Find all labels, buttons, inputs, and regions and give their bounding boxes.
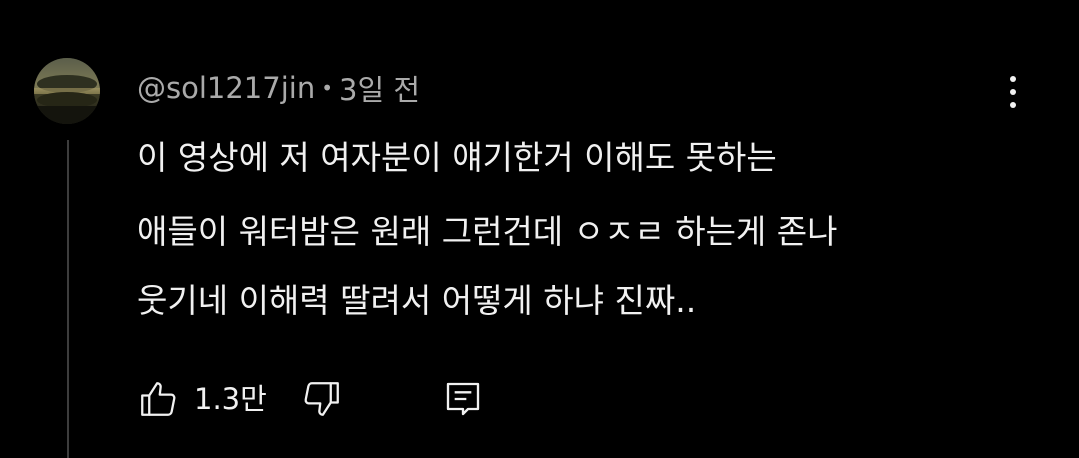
thumb-down-icon[interactable] xyxy=(301,378,343,424)
menu-dot xyxy=(1010,89,1016,95)
reply-comment-icon[interactable] xyxy=(443,378,483,424)
comment-actions: 1.3만 xyxy=(137,372,537,426)
more-vert-icon[interactable] xyxy=(997,72,1029,112)
thumb-up-icon[interactable] xyxy=(137,378,179,424)
comment-meta: @sol1217jin • 3일 전 xyxy=(137,68,420,108)
meta-separator: • xyxy=(321,76,334,100)
menu-dot xyxy=(1010,76,1016,82)
menu-dot xyxy=(1010,102,1016,108)
thread-line xyxy=(67,140,69,458)
comment-text-line: 애들이 워터밤은 원래 그런건데 ㅇㅈㄹ 하는게 존나 xyxy=(137,212,838,251)
author-handle[interactable]: @sol1217jin xyxy=(137,71,315,105)
like-count: 1.3만 xyxy=(194,382,267,416)
comment-text-line: 웃기네 이해력 딸려서 어떻게 하냐 진짜.. xyxy=(137,281,697,320)
comment-timestamp[interactable]: 3일 전 xyxy=(339,67,420,109)
comment-text-line: 이 영상에 저 여자분이 얘기한거 이해도 못하는 xyxy=(137,138,777,177)
avatar-image xyxy=(34,58,100,124)
avatar[interactable] xyxy=(34,58,100,124)
